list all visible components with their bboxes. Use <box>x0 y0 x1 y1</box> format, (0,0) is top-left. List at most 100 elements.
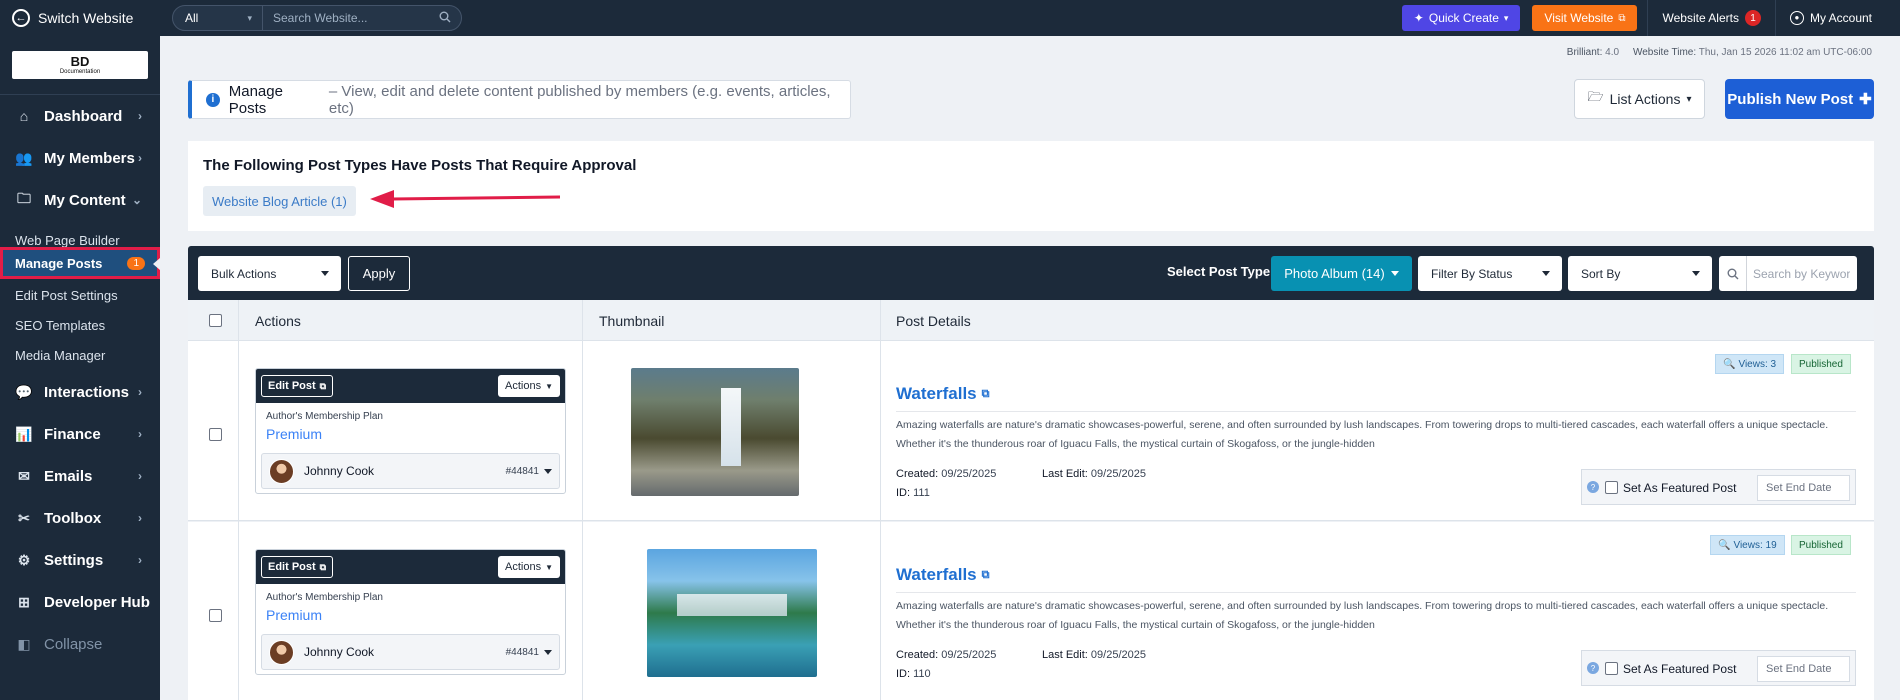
select-all-checkbox[interactable] <box>209 300 222 341</box>
sidebar-subitem-label: Manage Posts <box>15 255 103 271</box>
sidebar-item-dashboard[interactable]: ⌂ Dashboard › <box>0 96 160 136</box>
website-search-input[interactable]: Search Website... <box>263 6 461 30</box>
sidebar-collapse-button[interactable]: ◧ Collapse <box>0 624 160 664</box>
post-type-select[interactable]: Photo Album (14) <box>1271 256 1412 291</box>
post-title-link[interactable]: Waterfalls ⧉ <box>896 565 989 585</box>
sidebar-item-content[interactable]: 🗀 My Content ⌄ <box>0 180 160 220</box>
sidebar-item-toolbox[interactable]: ✂ Toolbox › <box>0 498 160 538</box>
post-actions-card: Edit Post ⧉ Actions ▼ Author's Membershi… <box>255 368 566 494</box>
checkbox[interactable] <box>209 314 222 327</box>
sidebar-subitem-seo-templates[interactable]: SEO Templates <box>0 312 160 338</box>
post-title: Waterfalls <box>896 565 977 584</box>
chevron-down-icon: ▾ <box>247 12 252 23</box>
sidebar-item-emails[interactable]: ✉ Emails › <box>0 456 160 496</box>
sidebar-item-interactions[interactable]: 💬 Interactions › <box>0 372 160 412</box>
last-edit-value: 09/25/2025 <box>1090 468 1146 480</box>
envelope-icon: ✉ <box>18 467 30 484</box>
external-link-icon: ⧉ <box>319 380 327 391</box>
visit-website-button[interactable]: Visit Website ⧉ <box>1532 5 1638 31</box>
caret-down-icon: ▼ <box>545 562 553 572</box>
external-link-icon: ⧉ <box>981 568 990 581</box>
user-circle-icon: ● <box>1789 11 1804 25</box>
author-select[interactable]: Johnny Cook #44841 <box>261 634 560 670</box>
end-date-input[interactable]: Set End Date <box>1757 475 1850 501</box>
my-account-button[interactable]: ● My Account <box>1774 0 1900 36</box>
post-description: Amazing waterfalls are nature's dramatic… <box>896 419 1829 450</box>
list-actions-button[interactable]: 🗁 List Actions ▾ <box>1574 79 1705 119</box>
membership-plan-label: Author's Membership Plan <box>266 411 383 422</box>
post-thumbnail[interactable] <box>631 368 799 496</box>
author-name: Johnny Cook <box>304 645 375 659</box>
search-scope-select[interactable]: All ▾ <box>173 6 263 30</box>
approval-post-type-link[interactable]: Website Blog Article (1) <box>203 186 356 216</box>
edit-post-label: Edit Post <box>268 561 316 573</box>
featured-checkbox[interactable] <box>1605 481 1618 494</box>
membership-plan-link[interactable]: Premium <box>266 607 322 623</box>
row-actions-label: Actions <box>505 561 542 573</box>
sidebar: BD Documentation ⌂ Dashboard › 👥 My Memb… <box>0 36 160 700</box>
edit-post-label: Edit Post <box>268 380 316 392</box>
author-id: #44841 <box>505 466 539 477</box>
external-link-icon: ⧉ <box>981 387 990 400</box>
chevron-right-icon: › <box>138 427 142 441</box>
sidebar-subitem-media-manager[interactable]: Media Manager <box>0 342 160 368</box>
website-alerts-button[interactable]: Website Alerts 1 <box>1647 0 1774 36</box>
status-badge: Published <box>1791 354 1851 374</box>
table-toolbar: Bulk Actions Apply Select Post Type: Pho… <box>188 246 1874 300</box>
post-title-link[interactable]: Waterfalls ⧉ <box>896 384 989 404</box>
sort-by-value: Sort By <box>1581 266 1621 281</box>
sidebar-item-finance[interactable]: 📊 Finance › <box>0 414 160 454</box>
switch-website-button[interactable]: ← Switch Website <box>0 0 160 36</box>
divider <box>896 411 1856 412</box>
sidebar-subitem-manage-posts[interactable]: Manage Posts 1 <box>0 247 160 279</box>
waterfall-stream <box>721 388 741 466</box>
keyword-search-input[interactable]: Search by Keywor <box>1719 256 1857 291</box>
sort-by-select[interactable]: Sort By <box>1568 256 1712 291</box>
post-description: Amazing waterfalls are nature's dramatic… <box>896 600 1829 631</box>
filter-status-select[interactable]: Filter By Status <box>1418 256 1562 291</box>
row-actions-dropdown[interactable]: Actions ▼ <box>498 556 560 578</box>
bulk-actions-select[interactable]: Bulk Actions <box>198 256 341 291</box>
post-thumbnail[interactable] <box>647 549 817 677</box>
help-icon[interactable]: ? <box>1587 481 1599 493</box>
author-select[interactable]: Johnny Cook #44841 <box>261 453 560 489</box>
sidebar-subitem-edit-post-settings[interactable]: Edit Post Settings <box>0 282 160 308</box>
sparkle-icon: ✦ <box>1413 11 1424 25</box>
approval-heading: The Following Post Types Have Posts That… <box>203 157 637 174</box>
sidebar-item-developer-hub[interactable]: ⊞ Developer Hub <box>0 582 160 622</box>
sidebar-item-members[interactable]: 👥 My Members › <box>0 138 160 178</box>
membership-plan-label: Author's Membership Plan <box>266 592 383 603</box>
caret-down-icon <box>321 271 329 276</box>
publish-new-post-button[interactable]: Publish New Post ✚ <box>1725 79 1874 119</box>
last-edit-date: Last Edit: 09/25/2025 <box>1042 468 1146 480</box>
column-header-thumbnail: Thumbnail <box>599 312 665 329</box>
caret-down-icon <box>1390 271 1399 276</box>
red-arrow-annotation <box>370 190 561 208</box>
post-id: ID: 111 <box>896 487 930 499</box>
edit-post-button[interactable]: Edit Post ⧉ <box>261 556 334 578</box>
quick-create-button[interactable]: ✦ Quick Create ▾ <box>1401 5 1521 31</box>
row-checkbox[interactable] <box>209 609 222 622</box>
website-time-value: Thu, Jan 15 2026 11:02 am UTC-06:00 <box>1698 47 1872 58</box>
membership-plan-link[interactable]: Premium <box>266 426 322 442</box>
edit-post-button[interactable]: Edit Post ⧉ <box>261 375 334 397</box>
created-date: Created: 09/25/2025 <box>896 468 996 480</box>
top-bar: ← Switch Website All ▾ Search Website...… <box>0 0 1900 36</box>
featured-checkbox[interactable] <box>1605 662 1618 675</box>
site-meta: Brilliant: 4.0 Website Time: Thu, Jan 15… <box>1567 47 1872 58</box>
site-logo[interactable]: BD Documentation <box>12 51 148 79</box>
row-actions-dropdown[interactable]: Actions ▼ <box>498 375 560 397</box>
author-id: #44841 <box>505 647 539 658</box>
website-alerts-label: Website Alerts <box>1662 11 1739 25</box>
publish-label: Publish New Post <box>1727 90 1854 108</box>
avatar <box>269 640 294 665</box>
end-date-input[interactable]: Set End Date <box>1757 656 1850 682</box>
help-icon[interactable]: ? <box>1587 662 1599 674</box>
external-link-icon: ⧉ <box>1618 12 1626 24</box>
apply-button[interactable]: Apply <box>348 256 410 291</box>
last-edit-label: Last Edit: <box>1042 468 1088 480</box>
sidebar-item-label: Interactions <box>44 383 130 401</box>
search-scope-value: All <box>185 11 199 25</box>
sidebar-item-settings[interactable]: ⚙ Settings › <box>0 540 160 580</box>
row-checkbox[interactable] <box>209 428 222 441</box>
